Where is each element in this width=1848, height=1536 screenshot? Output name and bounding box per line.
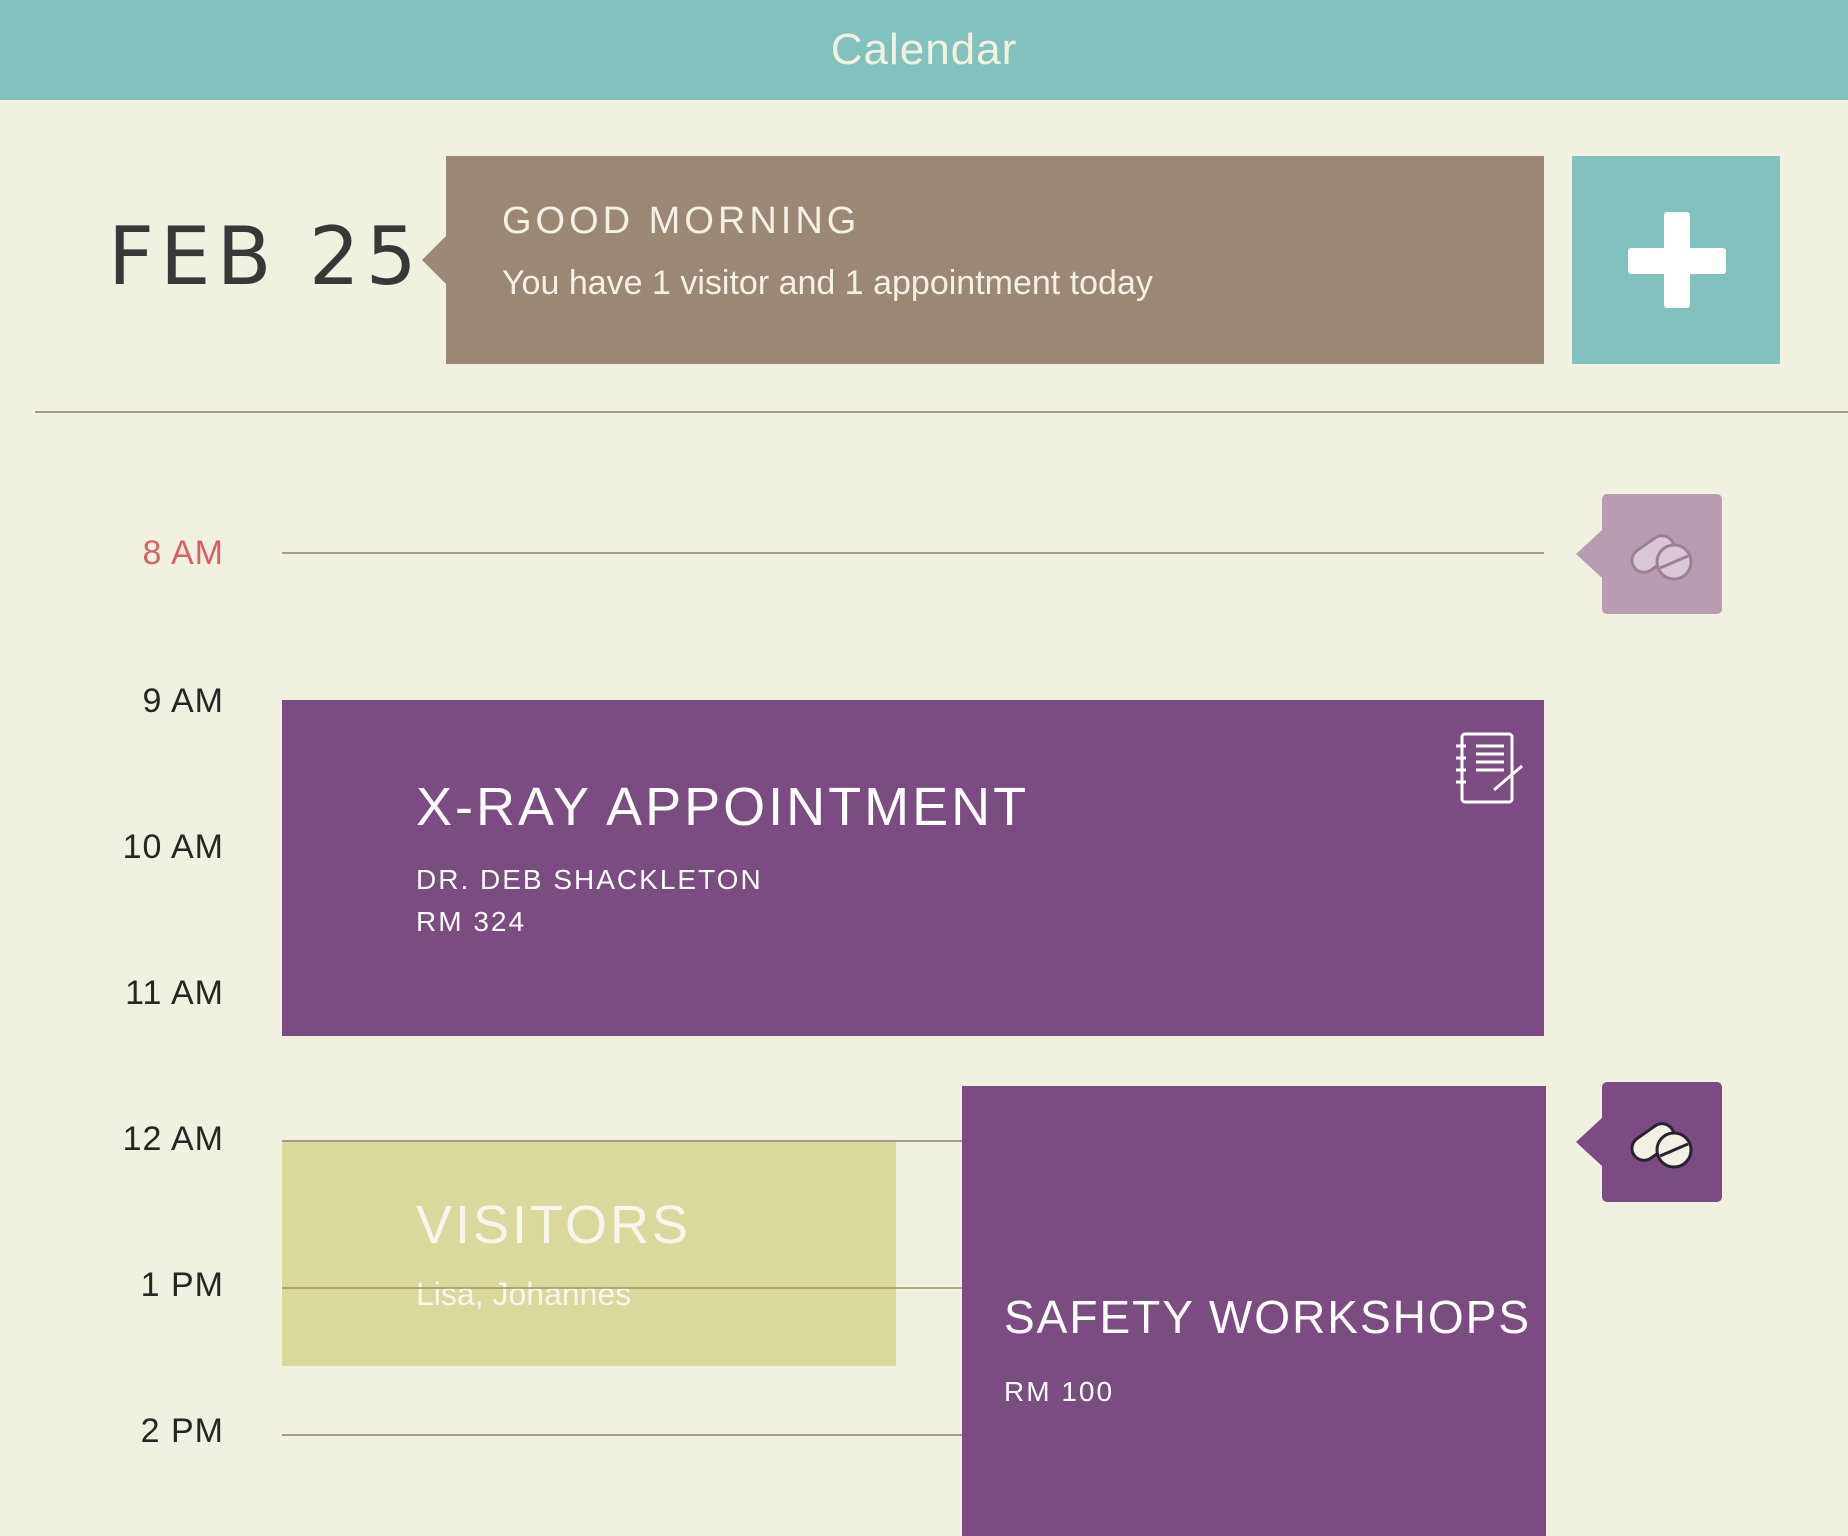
event-title: VISITORS [416,1195,692,1255]
event-title: X-RAY APPOINTMENT [416,777,1030,837]
time-label-2pm: 2 PM [140,1412,224,1450]
app-header: Calendar [0,0,1848,100]
hour-line-2pm [282,1434,962,1436]
add-button[interactable] [1572,156,1780,364]
divider [35,411,1848,413]
date-label: FEB 25 [108,210,423,303]
time-label-9am: 9 AM [142,682,224,720]
event-room: RM 100 [1004,1376,1115,1407]
pill-icon [1630,1122,1693,1169]
time-label-10am: 10 AM [122,828,224,866]
app-title: Calendar [830,25,1018,74]
event-visitors[interactable]: VISITORS Lisa, Johannes [282,1142,896,1366]
notebook-icon[interactable] [1454,730,1528,806]
medication-reminder-12am[interactable] [1576,1082,1722,1202]
visitor-names: Lisa, Johannes [416,1276,632,1312]
time-label-8am: 8 AM [142,534,224,572]
greeting-title: GOOD MORNING [502,200,861,242]
pill-icon [1630,534,1693,581]
time-label-11am: 11 AM [125,974,224,1012]
time-label-1pm: 1 PM [140,1266,224,1304]
event-room: RM 324 [416,906,527,937]
hour-line-1pm [282,1287,962,1289]
medication-reminder-8am[interactable] [1576,494,1722,614]
greeting-subtitle: You have 1 visitor and 1 appointment tod… [502,264,1153,302]
time-label-12am: 12 AM [122,1120,224,1158]
event-safety-workshops[interactable]: SAFETY WORKSHOPS RM 100 [962,1086,1546,1536]
hour-line-8am [282,552,1544,554]
event-xray-appointment[interactable]: X-RAY APPOINTMENT DR. DEB SHACKLETON RM … [282,700,1544,1036]
greeting-banner: GOOD MORNING You have 1 visitor and 1 ap… [422,156,1544,364]
event-title: SAFETY WORKSHOPS [1004,1291,1532,1343]
event-doctor: DR. DEB SHACKLETON [416,864,763,895]
